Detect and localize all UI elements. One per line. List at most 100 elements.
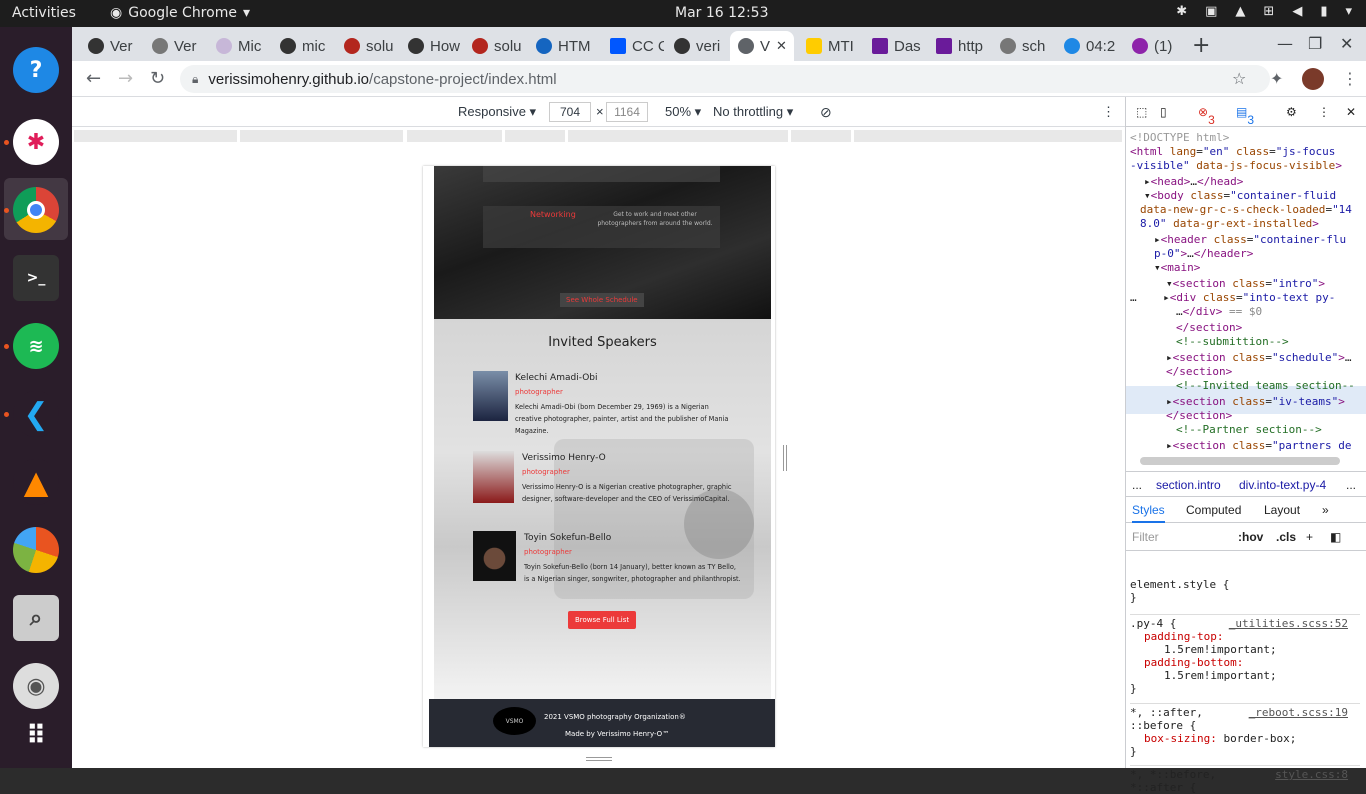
dom-line[interactable]: ▾<main> — [1154, 261, 1200, 275]
dom-line[interactable]: <!DOCTYPE html> — [1130, 131, 1229, 145]
breadcrumb-more[interactable]: ... — [1132, 478, 1142, 492]
cls-toggle[interactable]: .cls — [1276, 530, 1296, 544]
rule-source-link[interactable]: _reboot.scss:19 — [1249, 706, 1348, 719]
media-query-segment[interactable] — [74, 130, 237, 142]
address-bar[interactable]: 🔒︎ verissimohenry.github.io/capstone-pro… — [180, 65, 1270, 93]
browser-tab[interactable]: MTI — [798, 31, 860, 61]
style-rule-py4[interactable]: .py-4 {_utilities.scss:52 padding-top: 1… — [1130, 614, 1360, 695]
toggle-sidebar-icon[interactable]: ◧ — [1330, 530, 1341, 544]
dom-line[interactable]: ▾<section class="intro"> — [1166, 277, 1325, 291]
styles-filter-input[interactable]: Filter — [1132, 530, 1159, 544]
spotify-icon[interactable]: ≋ — [13, 323, 59, 369]
dom-line[interactable]: ▸<header class="container-flu — [1154, 233, 1346, 247]
dom-line[interactable]: p-0">…</header> — [1154, 247, 1253, 261]
media-query-segment[interactable] — [407, 130, 502, 142]
device-more-icon[interactable]: ⋮ — [1102, 104, 1115, 120]
browser-tab[interactable]: sch — [992, 31, 1054, 61]
tab-more[interactable]: » — [1322, 503, 1329, 517]
profile-avatar[interactable] — [1302, 68, 1324, 90]
slack-tray-icon[interactable]: ✱ — [1176, 4, 1187, 19]
forward-icon[interactable]: → — [118, 68, 133, 89]
dom-line[interactable]: ▸<section class="partners de — [1166, 439, 1351, 453]
see-schedule-button[interactable]: See Whole Schedule — [560, 293, 644, 307]
app-menu[interactable]: ◉ Google Chrome ▾ — [110, 5, 250, 21]
volume-icon[interactable]: ◀ — [1292, 4, 1302, 19]
browser-tab-active[interactable]: V ✕ — [730, 31, 794, 61]
vlc-icon[interactable]: ▲ — [13, 459, 59, 505]
throttling-select[interactable]: No throttling ▾ — [713, 104, 793, 120]
disc-icon[interactable]: ◉ — [13, 663, 59, 709]
new-tab-button[interactable]: + — [1192, 33, 1210, 58]
dom-line[interactable]: ▸<head>…</head> — [1144, 175, 1243, 189]
power-menu-icon[interactable]: ▾ — [1345, 4, 1352, 19]
chrome-icon[interactable] — [13, 187, 59, 233]
tab-styles[interactable]: Styles — [1132, 503, 1165, 523]
close-tab-icon[interactable]: ✕ — [776, 38, 787, 54]
browser-tab[interactable]: Das — [864, 31, 926, 61]
browser-tab[interactable]: Ver — [144, 31, 206, 61]
lock-icon[interactable]: 🔒︎ — [192, 72, 198, 87]
app-grid-icon[interactable]: ⠿ — [13, 713, 59, 759]
extensions-icon[interactable]: ✦ — [1270, 69, 1283, 88]
style-rule-stylecss[interactable]: *, *::before, style.css:8 *::after { — [1130, 765, 1360, 794]
tab-layout[interactable]: Layout — [1264, 503, 1300, 517]
minimize-icon[interactable]: — — [1277, 34, 1293, 53]
browser-tab[interactable]: (1) — [1124, 31, 1186, 61]
dom-line[interactable]: </section> — [1176, 321, 1242, 335]
dom-line[interactable]: ▸<section class="iv-teams"> — [1166, 395, 1345, 409]
horizontal-scrollbar[interactable] — [1140, 457, 1340, 465]
media-query-segment[interactable] — [791, 130, 851, 142]
rule-source-link[interactable]: _utilities.scss:52 — [1229, 617, 1348, 630]
viewport-width-input[interactable]: 704 — [549, 102, 591, 122]
message-count-badge[interactable]: ▤ 3 — [1236, 105, 1254, 127]
network-icon[interactable]: ⊞ — [1263, 4, 1274, 19]
activities-button[interactable]: Activities — [12, 5, 76, 21]
browser-tab[interactable]: http — [928, 31, 990, 61]
style-rule-reboot[interactable]: *, ::after, _reboot.scss:19 ::before { bo… — [1130, 703, 1360, 758]
media-query-segment[interactable] — [568, 130, 788, 142]
viewport-height-input[interactable]: 1164 — [606, 102, 648, 122]
dom-line-selected[interactable]: …</div> == $0 — [1176, 305, 1262, 319]
bookmark-star-icon[interactable]: ☆ — [1232, 69, 1246, 88]
breadcrumb-section-intro[interactable]: section.intro — [1156, 478, 1221, 492]
notification-icon[interactable]: ▣ — [1205, 4, 1217, 19]
help-icon[interactable]: ? — [13, 47, 59, 93]
browser-tab[interactable]: veri — [666, 31, 728, 61]
inspect-element-icon[interactable]: ⬚ — [1136, 105, 1147, 119]
dom-line[interactable]: <html lang="en" class="js-focus — [1130, 145, 1335, 159]
dom-line[interactable]: 8.0" data-gr-ext-installed> — [1140, 217, 1319, 231]
battery-icon[interactable]: ▮ — [1320, 4, 1327, 19]
dom-line[interactable]: </section> — [1166, 365, 1232, 379]
settings-gear-icon[interactable]: ⚙ — [1286, 105, 1297, 119]
new-rule-icon[interactable]: + — [1306, 530, 1313, 544]
dom-line[interactable]: <!--Partner section--> — [1176, 423, 1322, 437]
browser-tab[interactable]: Ver — [80, 31, 142, 61]
viewport-resize-handle[interactable] — [783, 445, 787, 471]
maximize-icon[interactable]: ❐ — [1308, 34, 1322, 53]
back-icon[interactable]: ← — [86, 68, 101, 89]
hov-toggle[interactable]: :hov — [1238, 530, 1263, 544]
breadcrumb-div-into-text[interactable]: div.into-text.py-4 — [1239, 478, 1326, 492]
browser-tab[interactable]: mic — [272, 31, 334, 61]
devtools-menu-icon[interactable]: ⋮ — [1318, 105, 1330, 119]
browser-tab[interactable]: solu — [336, 31, 398, 61]
zoom-select[interactable]: 50% ▾ — [665, 104, 701, 120]
chrome-menu-icon[interactable]: ⋮ — [1342, 69, 1358, 88]
vscode-icon[interactable]: ❮ — [13, 391, 59, 437]
dom-line[interactable]: ▸<section class="schedule">… — [1166, 351, 1351, 365]
slack-icon[interactable]: ✱ — [13, 119, 59, 165]
dom-line[interactable]: </section> — [1166, 409, 1232, 423]
dom-line[interactable]: data-new-gr-c-s-check-loaded="14 — [1140, 203, 1352, 217]
media-query-segment[interactable] — [854, 130, 1122, 142]
vlc-tray-icon[interactable]: ▲ — [1235, 4, 1245, 19]
browser-tab[interactable]: Mic — [208, 31, 270, 61]
browser-tab[interactable]: CC C — [602, 31, 664, 61]
disk-usage-icon[interactable] — [13, 527, 59, 573]
browser-tab[interactable]: solu — [464, 31, 526, 61]
close-devtools-icon[interactable]: ✕ — [1346, 105, 1356, 119]
browser-tab[interactable]: 04:2 — [1056, 31, 1118, 61]
terminal-icon[interactable]: >_ — [13, 255, 59, 301]
dom-line[interactable]: <!--submittion--> — [1176, 335, 1289, 349]
tab-computed[interactable]: Computed — [1186, 503, 1241, 517]
rule-source-link[interactable]: style.css:8 — [1275, 768, 1348, 781]
